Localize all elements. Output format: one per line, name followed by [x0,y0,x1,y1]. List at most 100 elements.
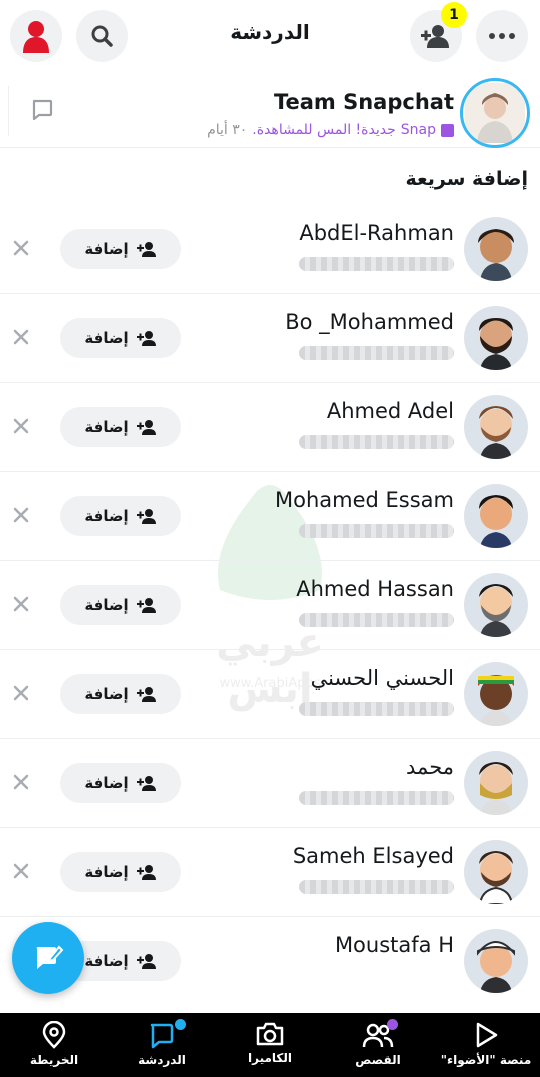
avatar[interactable] [464,662,528,726]
close-icon[interactable] [12,239,30,257]
close-icon[interactable] [12,862,30,880]
header: الدردشة 1 [0,0,540,72]
add-friend-icon [136,420,156,435]
close-icon[interactable] [12,773,30,791]
avatar[interactable] [464,306,528,370]
page-title: الدردشة [230,20,310,44]
add-button-label: إضافة [84,863,129,881]
new-chat-button[interactable] [12,922,84,994]
add-button[interactable]: إضافة [60,852,181,892]
snap-status-text: جديدة! المس للمشاهدة. [252,122,396,138]
more-button[interactable] [476,10,528,62]
contact-username-blurred [299,791,454,805]
contact-username-blurred [299,613,454,627]
add-friend-icon [136,865,156,880]
contact-name: AbdEl-Rahman [299,221,454,245]
contact-username-blurred [299,880,454,894]
contact-name: Ahmed Adel [326,399,454,423]
add-button[interactable]: إضافة [60,496,181,536]
contact-username-blurred [299,435,454,449]
add-friend-icon [136,331,156,346]
add-button-label: إضافة [84,507,129,525]
chat-notification-dot [174,1019,186,1030]
search-button[interactable] [76,10,128,62]
close-icon[interactable] [12,506,30,524]
more-icon [489,33,515,39]
contact-name: Mohamed Essam [274,488,454,512]
contact-username-blurred [299,702,454,716]
nav-label: الخريطة [29,1053,79,1067]
close-icon[interactable] [12,684,30,702]
team-name: Team Snapchat [273,90,454,114]
add-button[interactable]: إضافة [60,585,181,625]
avatar[interactable] [464,484,528,548]
divider [8,86,9,136]
contact-username-blurred [299,346,454,360]
bottom-navigation: الخريطة الدردشة الكاميرا القصص منصة "الأ… [0,1013,540,1077]
add-button[interactable]: إضافة [60,229,181,269]
nav-label: القصص [355,1053,401,1067]
list-item[interactable]: Ahmed Adel إضافة [0,383,540,472]
list-item[interactable]: الحسني الحسني إضافة [0,650,540,739]
list-item[interactable]: Mohamed Essam إضافة [0,472,540,561]
close-icon[interactable] [12,417,30,435]
nav-camera[interactable]: الكاميرا [216,1013,324,1077]
list-item[interactable]: محمد إضافة [0,739,540,828]
spotlight-icon [476,1022,498,1048]
add-button[interactable]: إضافة [60,407,181,447]
list-item[interactable]: Ahmed Hassan إضافة [0,561,540,650]
quick-add-title: إضافة سريعة [405,168,528,190]
add-button-label: إضافة [84,329,129,347]
contact-name: الحسني الحسني [310,666,454,690]
nav-stories[interactable]: القصص [324,1013,432,1077]
snap-label: Snap [400,122,436,138]
camera-icon [256,1022,284,1046]
nav-spotlight[interactable]: منصة "الأضواء" [432,1013,540,1077]
contact-username-blurred [299,524,454,538]
avatar[interactable] [464,751,528,815]
snap-square-icon [441,123,454,137]
add-button-label: إضافة [84,240,129,258]
list-item[interactable]: Sameh Elsayed إضافة [0,828,540,917]
add-friend-icon [136,509,156,524]
add-button-label: إضافة [84,952,129,970]
avatar[interactable] [464,929,528,993]
nav-map[interactable]: الخريطة [0,1013,108,1077]
team-avatar[interactable] [460,78,530,148]
add-friend-icon [136,687,156,702]
add-friend-icon [136,954,156,969]
map-pin-icon [42,1021,66,1049]
add-button[interactable]: إضافة [60,318,181,358]
add-friend-icon [136,242,156,257]
avatar[interactable] [464,217,528,281]
list-item[interactable]: Bo _Mohammed إضافة [0,294,540,383]
avatar-icon [23,21,49,53]
add-friend-icon [136,776,156,791]
avatar[interactable] [464,840,528,904]
contact-name: Moustafa H [334,933,454,957]
nav-label: الكاميرا [247,1051,292,1065]
add-button[interactable]: إضافة [60,763,181,803]
team-snapchat-row[interactable]: Team Snapchat Snap جديدة! المس للمشاهدة.… [0,76,540,148]
nav-label: الدردشة [138,1053,186,1067]
close-icon[interactable] [12,328,30,346]
team-status: Snap جديدة! المس للمشاهدة. ٣٠ أيام [207,122,454,138]
snap-age: ٣٠ أيام [207,122,248,138]
contact-username-blurred [299,257,454,271]
add-button-label: إضافة [84,774,129,792]
chat-bubble-icon[interactable] [30,98,54,122]
avatar[interactable] [464,573,528,637]
contact-name: Bo _Mohammed [285,310,454,334]
team-avatar-photo-icon [465,83,525,143]
list-item[interactable]: AbdEl-Rahman إضافة [0,205,540,294]
avatar[interactable] [464,395,528,459]
nav-label: منصة "الأضواء" [440,1053,532,1067]
search-icon [91,25,113,47]
close-icon[interactable] [12,595,30,613]
add-button-label: إضافة [84,596,129,614]
add-button[interactable]: إضافة [60,674,181,714]
contact-name: Ahmed Hassan [296,577,454,601]
add-friend-icon [421,25,449,48]
nav-chat[interactable]: الدردشة [108,1013,216,1077]
profile-avatar-button[interactable] [10,10,62,62]
